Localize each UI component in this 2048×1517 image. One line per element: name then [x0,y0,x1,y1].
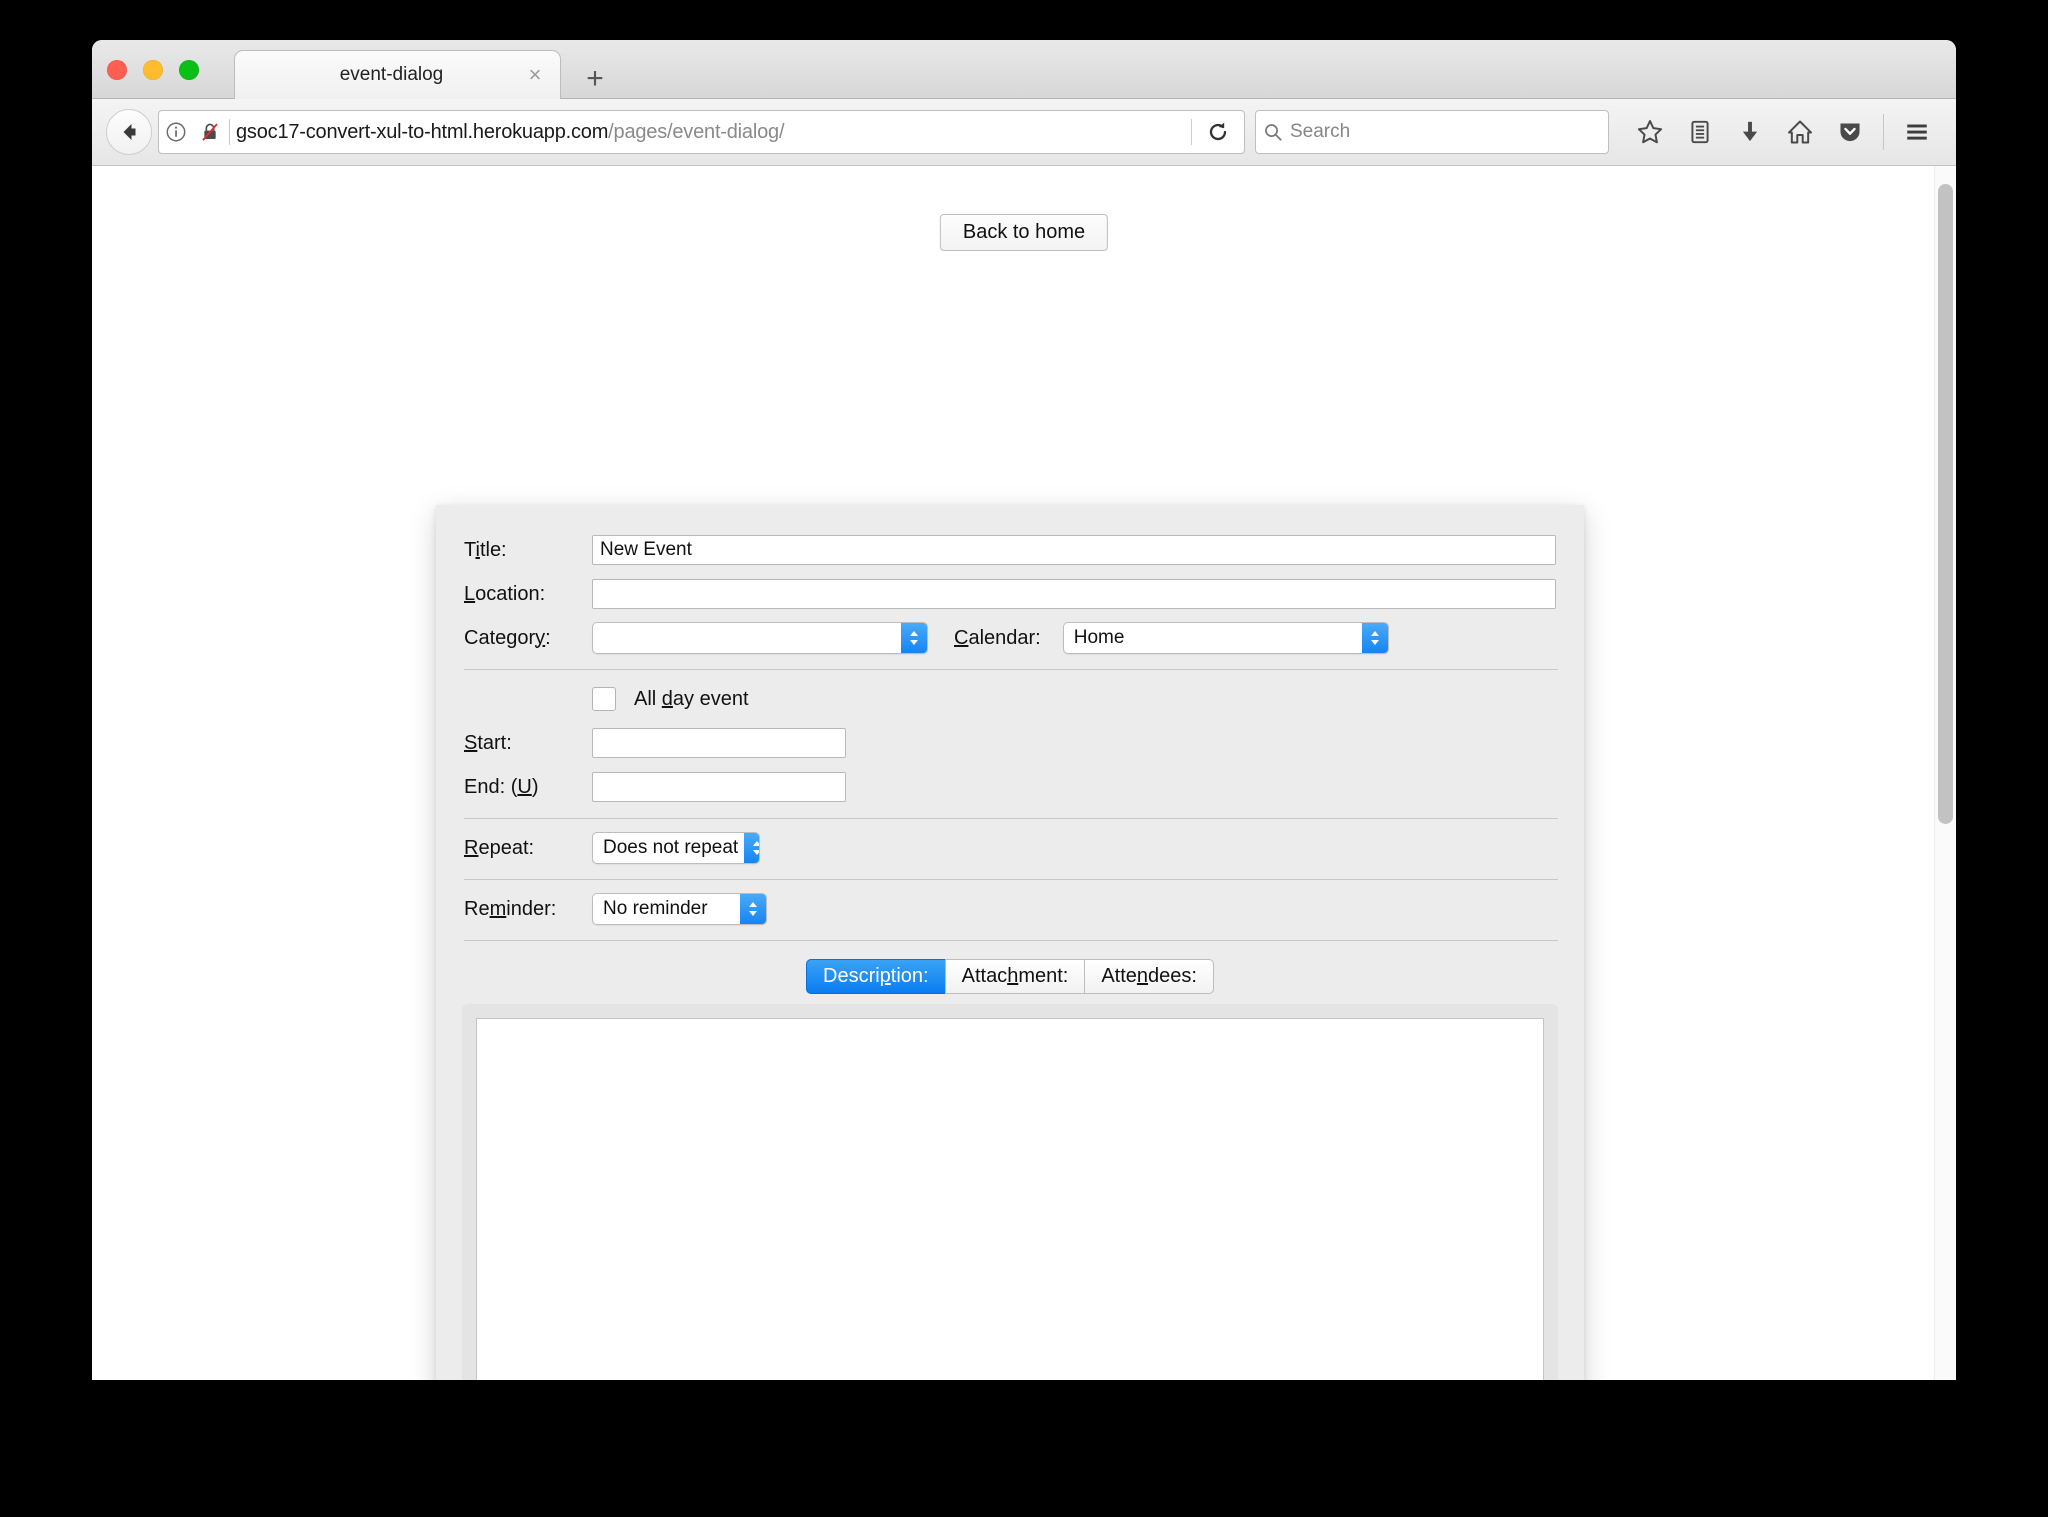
library-icon[interactable] [1675,109,1725,155]
crossed-lock-icon[interactable] [193,111,227,153]
pocket-icon[interactable] [1825,109,1875,155]
start-input[interactable] [592,728,846,758]
divider [464,818,1558,819]
dialog-tab-strip: Description: Attachment: Attendees: [462,959,1558,994]
title-label: Title: [462,539,592,562]
tab-attendees[interactable]: Attendees: [1084,959,1214,994]
home-icon[interactable] [1775,109,1825,155]
reminder-label: Reminder: [462,898,592,921]
chevron-updown-icon [901,623,927,653]
browser-tab-title: event-dialog [235,64,520,86]
page-scrollbar-track[interactable] [1934,166,1956,1380]
repeat-label: Repeat: [462,837,592,860]
calendar-label: Calendar: [952,627,1041,650]
url-domain: gsoc17-convert-xul-to-html.herokuapp.com [236,121,608,143]
calendar-select[interactable]: Home [1063,622,1389,654]
location-row: Location: [462,573,1558,615]
calendar-select-value: Home [1074,627,1362,649]
event-dialog: Title: New Event Location: Category: [436,505,1584,1380]
tab-attachment[interactable]: Attachment: [945,959,1085,994]
hamburger-menu-icon[interactable] [1892,109,1942,155]
title-row: Title: New Event [462,529,1558,571]
reminder-row: Reminder: No reminder [462,888,1558,930]
repeat-select-value: Does not repeat [603,837,744,859]
start-row: Start: [462,722,1558,764]
all-day-event-label: All day event [634,688,749,711]
description-textarea[interactable] [476,1018,1544,1380]
info-circle-icon[interactable] [159,111,193,153]
back-button[interactable] [106,109,152,155]
allday-row: All day event [462,678,1558,720]
end-label: End: (U) [462,776,592,799]
reload-button[interactable] [1192,111,1244,153]
reminder-select-value: No reminder [603,898,740,920]
downloads-icon[interactable] [1725,109,1775,155]
window-close-button[interactable] [107,60,127,80]
browser-tab[interactable]: event-dialog × [234,50,561,99]
all-day-event-checkbox[interactable] [592,687,616,711]
page-content: Back to home Title: New Event Location: … [92,166,1956,1380]
end-row: End: (U) [462,766,1558,808]
category-calendar-row: Category: Calendar: Home [462,617,1558,659]
new-tab-button[interactable]: + [578,64,612,98]
reminder-select[interactable]: No reminder [592,893,767,925]
back-to-home-button[interactable]: Back to home [940,214,1108,251]
search-input[interactable]: Search [1290,121,1350,143]
chevron-updown-icon [1362,623,1388,653]
category-label: Category: [462,627,592,650]
window-zoom-button[interactable] [179,60,199,80]
search-bar[interactable]: Search [1255,110,1609,154]
start-label: Start: [462,732,592,755]
bookmark-star-icon[interactable] [1625,109,1675,155]
dialog-tab-panel [462,1004,1558,1380]
reload-icon [1206,120,1230,144]
tab-description[interactable]: Description: [806,959,945,994]
window-minimize-button[interactable] [143,60,163,80]
url-text: gsoc17-convert-xul-to-html.herokuapp.com… [236,121,1191,144]
back-arrow-icon [117,120,141,144]
navigation-toolbar: gsoc17-convert-xul-to-html.herokuapp.com… [92,99,1956,166]
page-scrollbar-thumb[interactable] [1938,184,1953,824]
divider [464,669,1558,670]
browser-tab-bar: event-dialog × + [92,40,1956,99]
browser-window: event-dialog × + [92,40,1956,1380]
divider [464,879,1558,880]
location-label: Location: [462,583,592,606]
url-bar[interactable]: gsoc17-convert-xul-to-html.herokuapp.com… [158,110,1245,154]
url-divider [229,119,230,145]
url-path: /pages/event-dialog/ [608,121,784,143]
repeat-select[interactable]: Does not repeat [592,832,760,864]
window-traffic-lights [107,60,199,80]
end-input[interactable] [592,772,846,802]
search-icon [1256,111,1290,153]
title-input[interactable]: New Event [592,535,1556,565]
toolbar-divider [1883,114,1884,150]
divider [464,940,1558,941]
chevron-updown-icon [740,894,766,924]
location-input[interactable] [592,579,1556,609]
chevron-updown-icon [744,833,760,863]
tab-close-icon[interactable]: × [520,60,550,90]
category-select[interactable] [592,622,928,654]
repeat-row: Repeat: Does not repeat [462,827,1558,869]
